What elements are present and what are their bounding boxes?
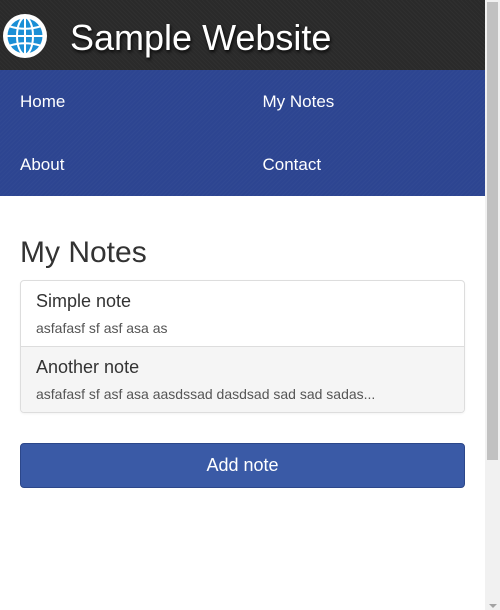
nav-item-home[interactable]: Home [0,70,243,133]
note-preview: asfafasf sf asf asa aasdssad dasdsad sad… [36,386,376,402]
note-title: Simple note [36,291,132,311]
main-content: My Notes Simple note asfafasf sf asf asa… [0,236,485,488]
page-title: My Notes [20,236,147,269]
scrollbar-thumb[interactable] [487,2,498,460]
main-nav: Home My Notes About Contact [0,70,485,196]
note-title: Another note [36,357,140,377]
site-header: Sample Website [0,0,485,70]
nav-item-contact[interactable]: Contact [243,133,486,196]
list-item[interactable]: Another note asfafasf sf asf asa aasdssa… [21,346,464,412]
note-preview: asfafasf sf asf asa as [36,320,168,336]
list-item[interactable]: Simple note asfafasf sf asf asa as [21,281,464,346]
globe-icon[interactable] [2,13,48,59]
vertical-scrollbar[interactable] [485,0,500,610]
nav-item-my-notes[interactable]: My Notes [243,70,486,133]
scroll-down-arrow-icon[interactable] [489,604,497,608]
notes-list: Simple note asfafasf sf asf asa as Anoth… [20,280,465,413]
page: Sample Website Home My Notes About Conta… [0,0,485,610]
nav-item-about[interactable]: About [0,133,243,196]
add-note-button[interactable]: Add note [20,443,465,488]
site-title: Sample Website [70,17,332,58]
